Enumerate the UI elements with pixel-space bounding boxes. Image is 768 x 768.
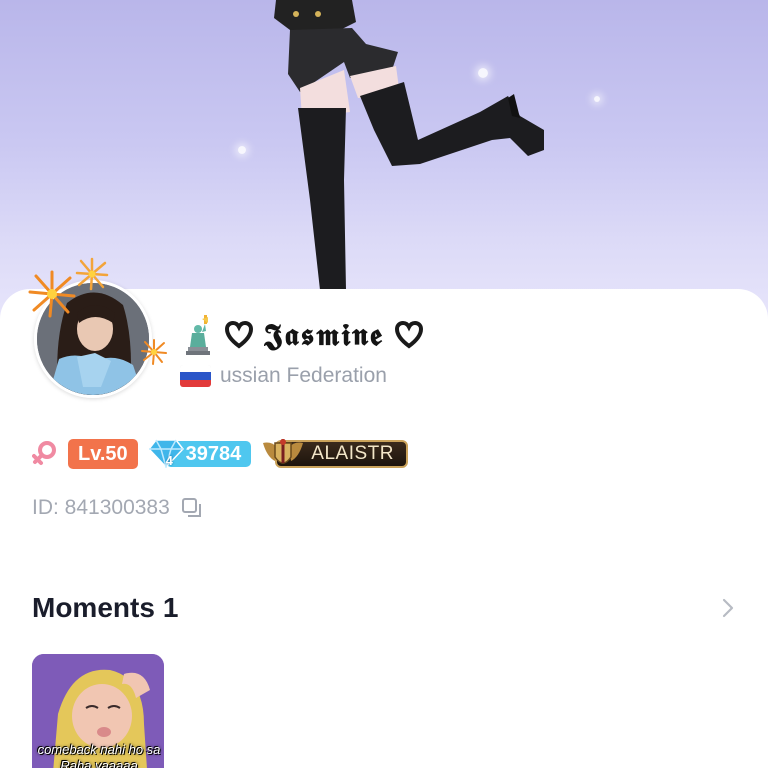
profile-avatar[interactable] — [28, 257, 167, 402]
firework-decoration-icon — [75, 257, 109, 291]
avatar-3d-figure — [274, 0, 544, 290]
moments-label: Moments — [32, 592, 155, 623]
level-badge[interactable]: Lv.50 — [68, 439, 138, 469]
sparkle-decoration — [594, 96, 600, 102]
country-name: ussian Federation — [220, 364, 387, 387]
chevron-right-icon[interactable] — [720, 596, 736, 620]
firework-decoration-icon — [141, 339, 167, 365]
diamond-tier: 4 — [165, 453, 173, 468]
moments-header[interactable]: Moments 1 — [32, 592, 736, 624]
moments-count: 1 — [162, 592, 179, 623]
statue-of-liberty-icon — [186, 315, 210, 355]
family-badge[interactable]: ALAISTR — [261, 437, 408, 471]
heart-icon — [224, 320, 254, 349]
copy-icon[interactable] — [180, 496, 204, 520]
moments-title: Moments 1 — [32, 592, 178, 624]
firework-decoration-icon — [28, 270, 76, 318]
badges-row: Lv.50 39784 4 ALAISTR — [32, 437, 408, 471]
sparkle-decoration — [478, 68, 488, 78]
female-icon — [32, 441, 56, 465]
display-name-row: 𝕵𝖆𝖘𝖒𝖎𝖓𝖊 — [184, 312, 424, 358]
heart-icon — [394, 320, 423, 349]
country-row: ussian Federation — [180, 364, 387, 388]
winged-shield-icon — [263, 439, 304, 464]
moment-caption: comeback nahi ho sa Raha yaaaaa — [37, 742, 161, 768]
sparkle-decoration — [238, 146, 246, 154]
profile-cover — [0, 0, 768, 320]
russia-flag-icon — [180, 365, 211, 387]
display-name: 𝕵𝖆𝖘𝖒𝖎𝖓𝖊 — [264, 317, 384, 353]
diamond-badge[interactable]: 39784 4 — [147, 439, 252, 469]
user-id: ID: 841300383 — [32, 496, 170, 519]
moment-thumbnail[interactable]: comeback nahi ho sa Raha yaaaaa — [32, 654, 164, 768]
user-id-row: ID: 841300383 — [32, 496, 204, 520]
